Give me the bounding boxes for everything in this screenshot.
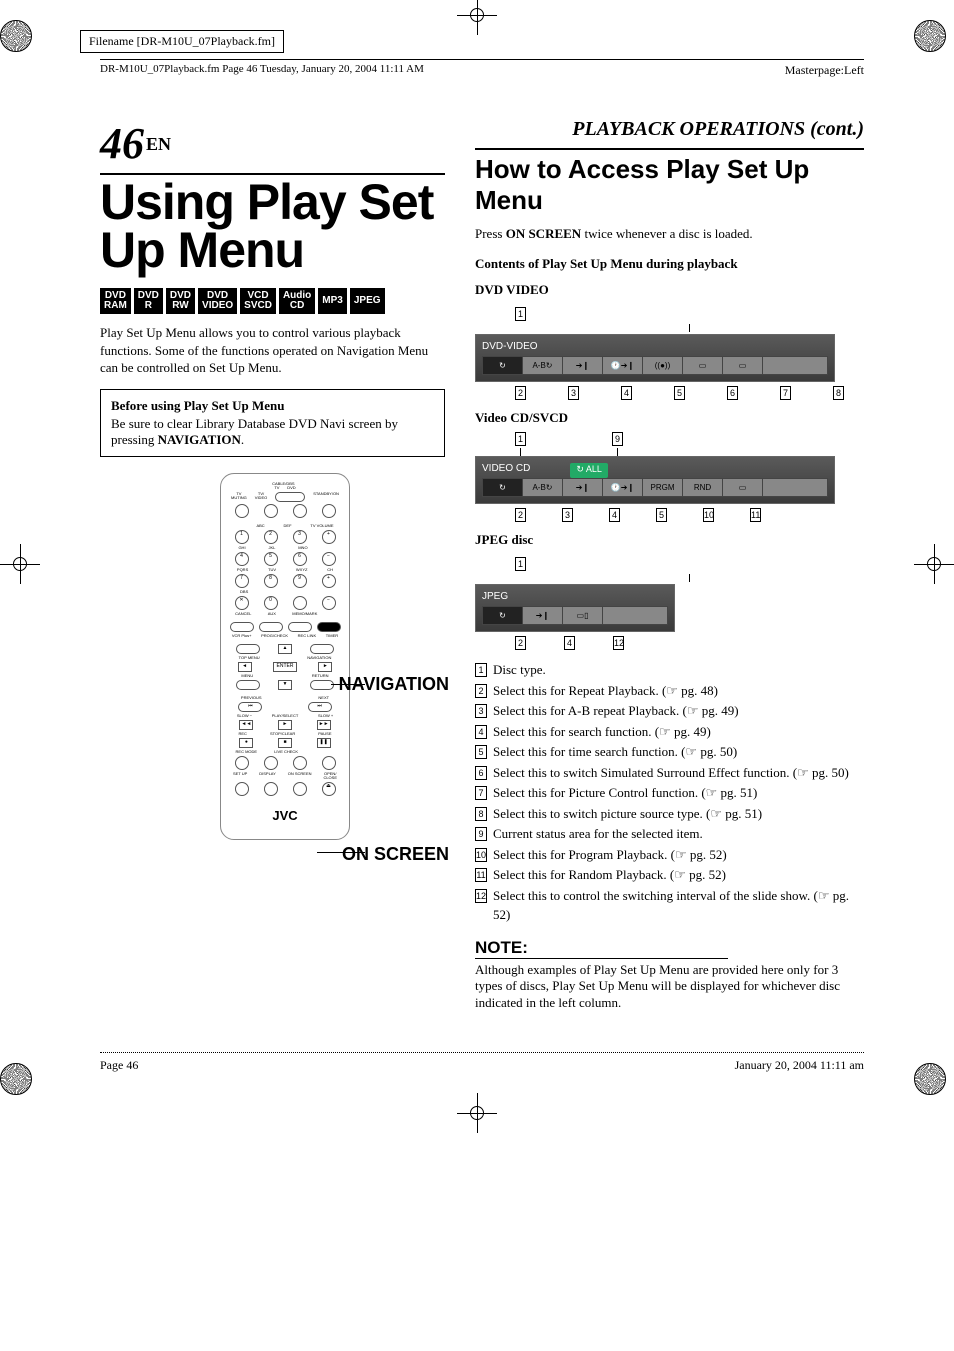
footer-page: Page 46: [100, 1058, 138, 1073]
legend-item: 5Select this for time search function. (…: [475, 742, 864, 762]
note-body: Although examples of Play Set Up Menu ar…: [475, 962, 864, 1013]
page-number: 46: [100, 119, 144, 168]
section-heading: PLAYBACK OPERATIONS (cont.): [475, 118, 864, 144]
intro-text: Play Set Up Menu allows you to control v…: [100, 324, 445, 377]
fmt-dvdrw: DVDRW: [166, 288, 195, 314]
legend-item: 12Select this to control the switching i…: [475, 886, 864, 925]
osd-jpeg: JPEG ↻➔❙▭▯: [475, 584, 675, 632]
before-title: Before using Play Set Up Menu: [111, 398, 434, 414]
callout-line-osc: [317, 852, 365, 853]
remote-brand: JVC: [227, 808, 343, 823]
fmt-vcd: VCDSVCD: [240, 288, 276, 314]
lang-code: EN: [146, 134, 171, 154]
callout-onscreen: ON SCREEN: [342, 844, 449, 865]
vcd-figure: 1 9 VIDEO CD↻ ALL ↻A-B↻➔❙🕐➔❙PRGMRND▭ 2 3…: [475, 432, 864, 522]
before-box: Before using Play Set Up Menu Be sure to…: [100, 389, 445, 457]
legend-item: 8Select this to switch picture source ty…: [475, 804, 864, 824]
format-badges: DVDRAM DVDR DVDRW DVDVIDEO VCDSVCD Audio…: [100, 288, 445, 314]
subtitle: How to Access Play Set Up Menu: [475, 154, 864, 216]
callout-line-nav: [331, 684, 365, 685]
footer: Page 46 January 20, 2004 11:11 am: [100, 1052, 864, 1073]
fmt-jpeg: JPEG: [350, 288, 385, 314]
dvd-callouts-bottom: 2 3 4 5 6 7 8: [515, 386, 864, 400]
jpeg-label: JPEG disc: [475, 532, 864, 548]
dvd-video-label: DVD VIDEO: [475, 282, 864, 298]
legend-item: 10Select this for Program Playback. (☞ p…: [475, 845, 864, 865]
osd-vcd: VIDEO CD↻ ALL ↻A-B↻➔❙🕐➔❙PRGMRND▭: [475, 456, 835, 504]
before-body-nav: NAVIGATION: [158, 432, 241, 447]
page-number-block: 46EN: [100, 118, 445, 169]
footer-date: January 20, 2004 11:11 am: [735, 1058, 864, 1073]
legend-item: 3Select this for A-B repeat Playback. (☞…: [475, 701, 864, 721]
legend-item: 4Select this for search function. (☞ pg.…: [475, 722, 864, 742]
legend-item: 1Disc type.: [475, 660, 864, 680]
legend-item: 7Select this for Picture Control functio…: [475, 783, 864, 803]
masterpage: Masterpage:Left: [785, 63, 864, 78]
instruction: Press ON SCREEN twice whenever a disc is…: [475, 226, 864, 242]
filename-box: Filename [DR-M10U_07Playback.fm]: [80, 30, 284, 53]
dvd-figure: 1 DVD-VIDEO ↻A-B↻➔❙🕐➔❙((●))▭▭ 2 3 4 5 6 …: [475, 304, 864, 400]
legend-item: 6Select this to switch Simulated Surroun…: [475, 763, 864, 783]
note-heading: NOTE:: [475, 938, 728, 959]
legend-list: 1Disc type.2Select this for Repeat Playb…: [475, 660, 864, 925]
jpeg-callouts-bottom: 2 4 12: [515, 636, 864, 650]
main-title: Using Play Set Up Menu: [100, 179, 445, 274]
jpeg-figure: 1 JPEG ↻➔❙▭▯ 2 4 12: [475, 554, 864, 650]
osd-dvd: DVD-VIDEO ↻A-B↻➔❙🕐➔❙((●))▭▭: [475, 334, 835, 382]
contents-heading: Contents of Play Set Up Menu during play…: [475, 256, 864, 272]
header-line: DR-M10U_07Playback.fm Page 46 Tuesday, J…: [100, 59, 864, 78]
section-rule: [475, 148, 864, 150]
fmt-mp3: MP3: [318, 288, 347, 314]
fmt-audiocd: AudioCD: [279, 288, 315, 314]
fmt-dvdram: DVDRAM: [100, 288, 131, 314]
legend-item: 9Current status area for the selected it…: [475, 824, 864, 844]
legend-item: 2Select this for Repeat Playback. (☞ pg.…: [475, 681, 864, 701]
vcd-label: Video CD/SVCD: [475, 410, 864, 426]
fmt-dvdr: DVDR: [134, 288, 163, 314]
before-body-1: Be sure to clear Library Database DVD Na…: [111, 416, 398, 447]
legend-item: 11Select this for Random Playback. (☞ pg…: [475, 865, 864, 885]
fmt-dvdvideo: DVDVIDEO: [198, 288, 237, 314]
before-body-2: .: [241, 432, 244, 447]
header-left: DR-M10U_07Playback.fm Page 46 Tuesday, J…: [100, 63, 424, 78]
vcd-callouts-bottom: 2 3 4 5 10 11: [515, 508, 864, 522]
remote-illustration: CABLE/DBS TV DVD TVMUTINGTV/VIDEOSTANDBY…: [220, 473, 350, 840]
